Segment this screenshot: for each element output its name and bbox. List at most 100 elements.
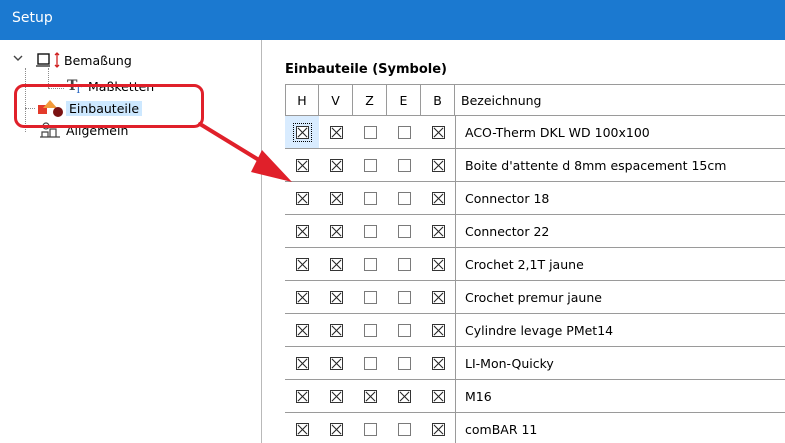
checkbox-z[interactable]: [363, 158, 377, 172]
column-header-e[interactable]: E: [387, 85, 421, 115]
checkbox-v[interactable]: [329, 323, 343, 337]
checkbox-h[interactable]: [295, 356, 309, 370]
component-name: Crochet 2,1T jaune: [455, 248, 785, 280]
checkbox-v[interactable]: [329, 257, 343, 271]
column-header-v[interactable]: V: [319, 85, 353, 115]
checkbox-h[interactable]: [295, 422, 309, 436]
table-row[interactable]: Crochet 2,1T jaune: [285, 248, 785, 281]
checkbox-v[interactable]: [329, 290, 343, 304]
checkbox-z[interactable]: [363, 125, 377, 139]
component-name: Connector 22: [455, 215, 785, 247]
checkbox-v[interactable]: [329, 158, 343, 172]
checkbox-b[interactable]: [431, 125, 445, 139]
component-name: Connector 18: [455, 182, 785, 214]
table-row[interactable]: Boite d'attente d 8mm espacement 15cm: [285, 149, 785, 182]
cell-h: [285, 215, 319, 247]
cell-e: [387, 347, 421, 379]
grid-body: ACO-Therm DKL WD 100x100 Boite d'attente …: [285, 116, 785, 443]
checkbox-b[interactable]: [431, 290, 445, 304]
checkbox-b[interactable]: [431, 356, 445, 370]
checkbox-h[interactable]: [295, 389, 309, 403]
checkbox-b[interactable]: [431, 191, 445, 205]
checkbox-e[interactable]: [397, 158, 411, 172]
checkbox-e[interactable]: [397, 257, 411, 271]
table-row[interactable]: Cylindre levage PMet14: [285, 314, 785, 347]
checkbox-e[interactable]: [397, 389, 411, 403]
checkbox-b[interactable]: [431, 224, 445, 238]
cell-v: [319, 413, 353, 443]
checkbox-b[interactable]: [431, 389, 445, 403]
checkbox-z[interactable]: [363, 290, 377, 304]
cell-z: [353, 182, 387, 214]
annotation-highlight-box: [14, 84, 204, 128]
cell-h: [285, 182, 319, 214]
cell-h: [285, 347, 319, 379]
checkbox-h[interactable]: [295, 257, 309, 271]
checkbox-h[interactable]: [292, 122, 312, 142]
cell-e: [387, 248, 421, 280]
checkbox-z[interactable]: [363, 422, 377, 436]
section-title: Einbauteile (Symbole): [285, 62, 447, 77]
checkbox-v[interactable]: [329, 389, 343, 403]
cell-e: [387, 281, 421, 313]
cell-e: [387, 182, 421, 214]
cell-v: [319, 248, 353, 280]
checkbox-z[interactable]: [363, 191, 377, 205]
cell-h: [285, 314, 319, 346]
components-grid: H V Z E B Bezeichnung ACO-Therm DKL WD 1…: [285, 84, 785, 443]
checkbox-h[interactable]: [295, 224, 309, 238]
checkbox-h[interactable]: [295, 290, 309, 304]
checkbox-b[interactable]: [431, 257, 445, 271]
column-header-h[interactable]: H: [285, 85, 319, 115]
checkbox-h[interactable]: [295, 191, 309, 205]
checkbox-h[interactable]: [295, 158, 309, 172]
checkbox-v[interactable]: [329, 356, 343, 370]
checkbox-e[interactable]: [397, 356, 411, 370]
checkbox-v[interactable]: [329, 422, 343, 436]
cell-h: [285, 116, 319, 148]
component-name: Cylindre levage PMet14: [455, 314, 785, 346]
checkbox-v[interactable]: [329, 191, 343, 205]
column-header-bezeichnung[interactable]: Bezeichnung: [455, 85, 785, 115]
table-row[interactable]: LI-Mon-Quicky: [285, 347, 785, 380]
column-header-b[interactable]: B: [421, 85, 455, 115]
checkbox-b[interactable]: [431, 422, 445, 436]
checkbox-z[interactable]: [363, 323, 377, 337]
checkbox-z[interactable]: [363, 356, 377, 370]
cell-e: [387, 380, 421, 412]
tree-item-bemassung[interactable]: Bemaßung: [34, 50, 132, 70]
cell-v: [319, 182, 353, 214]
checkbox-e[interactable]: [397, 323, 411, 337]
checkbox-e[interactable]: [397, 290, 411, 304]
checkbox-z[interactable]: [363, 224, 377, 238]
table-row[interactable]: Connector 18: [285, 182, 785, 215]
table-row[interactable]: ACO-Therm DKL WD 100x100: [285, 116, 785, 149]
component-name: M16: [455, 380, 785, 412]
cell-h: [285, 380, 319, 412]
table-row[interactable]: Crochet premur jaune: [285, 281, 785, 314]
cell-e: [387, 413, 421, 443]
checkbox-b[interactable]: [431, 323, 445, 337]
table-row[interactable]: M16: [285, 380, 785, 413]
checkbox-e[interactable]: [397, 191, 411, 205]
cell-v: [319, 347, 353, 379]
checkbox-z[interactable]: [363, 257, 377, 271]
checkbox-e[interactable]: [397, 125, 411, 139]
column-header-z[interactable]: Z: [353, 85, 387, 115]
cell-b: [421, 248, 455, 280]
checkbox-v[interactable]: [329, 125, 343, 139]
cell-b: [421, 281, 455, 313]
cell-z: [353, 347, 387, 379]
table-row[interactable]: Connector 22: [285, 215, 785, 248]
checkbox-h[interactable]: [295, 323, 309, 337]
chevron-down-icon[interactable]: [12, 52, 24, 64]
checkbox-b[interactable]: [431, 158, 445, 172]
cell-z: [353, 413, 387, 443]
checkbox-e[interactable]: [397, 224, 411, 238]
checkbox-v[interactable]: [329, 224, 343, 238]
checkbox-e[interactable]: [397, 422, 411, 436]
cell-v: [319, 380, 353, 412]
table-row[interactable]: comBAR 11: [285, 413, 785, 443]
checkbox-z[interactable]: [363, 389, 377, 403]
cell-b: [421, 413, 455, 443]
